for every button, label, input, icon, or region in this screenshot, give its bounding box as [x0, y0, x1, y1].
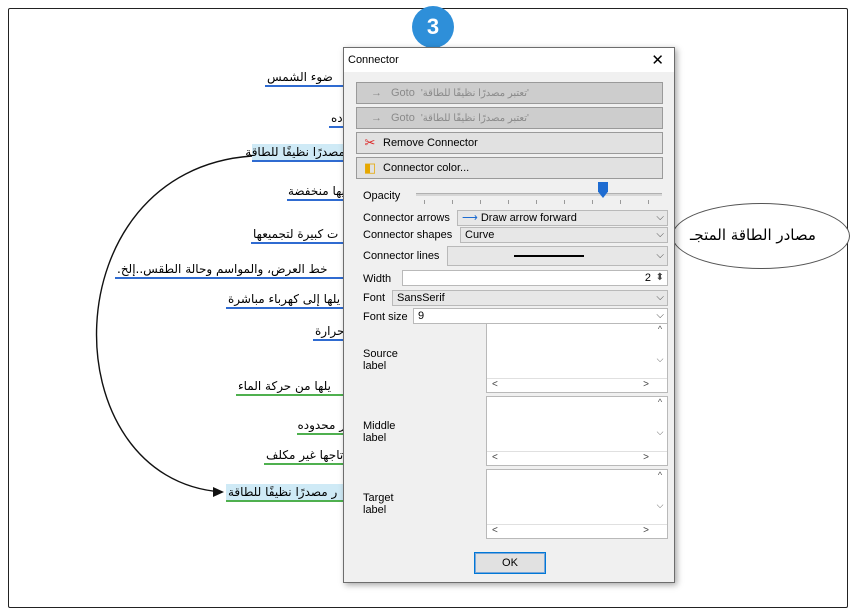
dialog-title: Connector [348, 54, 399, 66]
close-icon[interactable]: ✕ [651, 51, 664, 69]
node-11[interactable]: تاجها غير مكلف [264, 447, 347, 465]
font-size-label: Font size [363, 311, 408, 323]
source-label-input[interactable]: ^ ⌵ < > [486, 323, 668, 393]
horizontal-scrollbar[interactable]: < > [487, 378, 667, 392]
node-12[interactable]: ر مصدرًا نظيفًا للطاقة [226, 484, 347, 502]
vertical-scrollbar[interactable]: ^ ⌵ [653, 324, 667, 380]
width-spinner[interactable]: 2 ⬍ [402, 270, 668, 286]
line-style-preview [514, 255, 584, 257]
node-9[interactable]: يلها من حركة الماء [236, 378, 347, 396]
goto-button-2[interactable]: → Goto 'تعتبر مصدرًا نظيفًا للطاقة' [356, 107, 663, 129]
middle-label: Middle label [363, 420, 396, 444]
connector-dialog: Connector ✕ → Goto 'تعتبر مصدرًا نظيفًا … [343, 47, 675, 583]
arrows-label: Connector arrows [363, 212, 450, 224]
ok-button[interactable]: OK [474, 552, 546, 574]
spinner-arrows-icon[interactable]: ⬍ [656, 271, 664, 285]
target-label: Target label [363, 492, 394, 516]
node-5[interactable]: ت كبيرة لتجميعها [251, 226, 347, 244]
font-label: Font [363, 292, 386, 304]
chevron-down-icon: ⌵ [656, 292, 664, 303]
goto-target-2: 'تعتبر مصدرًا نظيفًا للطاقة' [420, 112, 529, 124]
opacity-slider[interactable] [416, 193, 662, 196]
connector-color-button[interactable]: ◧ Connector color... [356, 157, 663, 179]
chevron-down-icon: ⌵ [656, 229, 664, 240]
node-10[interactable]: ر محدوده [297, 417, 347, 435]
middle-label-input[interactable]: ^ ⌵ < > [486, 396, 668, 466]
vertical-scrollbar[interactable]: ^ ⌵ [653, 397, 667, 453]
connector-arrowhead-icon [213, 487, 224, 497]
font-select[interactable]: SansSerif ⌵ [392, 290, 668, 306]
scissors-connector-icon: ✂ [364, 135, 376, 150]
font-size-select[interactable]: 9 ⌵ [413, 308, 668, 324]
arrows-select[interactable]: ⟶ Draw arrow forward ⌵ [457, 210, 668, 226]
right-arrow-icon: → [371, 112, 382, 124]
chevron-down-icon: ⌵ [656, 250, 664, 261]
connector-color-label: Connector color... [383, 162, 470, 174]
shapes-select[interactable]: Curve ⌵ [460, 227, 668, 243]
chevron-down-icon: ⌵ [656, 310, 664, 321]
font-value: SansSerif [397, 292, 445, 304]
slider-tick [536, 200, 537, 204]
vertical-scrollbar[interactable]: ^ ⌵ [653, 470, 667, 526]
arrow-forward-icon: ⟶ [462, 212, 478, 224]
shapes-value: Curve [465, 229, 495, 241]
width-label: Width [363, 273, 392, 285]
lines-label: Connector lines [363, 250, 440, 262]
slider-tick [592, 200, 593, 204]
horizontal-scrollbar[interactable]: < > [487, 451, 667, 465]
slider-tick [564, 200, 565, 204]
slider-tick [424, 200, 425, 204]
goto-target-1: 'تعتبر مصدرًا نظيفًا للطاقة' [420, 87, 529, 99]
source-label: Source label [363, 348, 398, 372]
node-7[interactable]: يلها إلى كهرباء مباشرة [226, 291, 347, 309]
node-1[interactable]: ضوء الشمس [265, 69, 347, 87]
dialog-titlebar[interactable]: Connector ✕ [344, 48, 674, 72]
slider-tick [648, 200, 649, 204]
arrows-value: Draw arrow forward [480, 212, 577, 224]
right-arrow-icon: → [371, 87, 382, 99]
step-badge: 3 [412, 6, 454, 48]
chevron-down-icon: ⌵ [656, 212, 664, 223]
node-3[interactable]: مصدرًا نظيفًا للطاقة [245, 144, 347, 162]
target-label-input[interactable]: ^ ⌵ < > [486, 469, 668, 539]
slider-tick [508, 200, 509, 204]
slider-tick [480, 200, 481, 204]
shapes-label: Connector shapes [363, 229, 453, 241]
horizontal-scrollbar[interactable]: < > [487, 524, 667, 538]
lines-select[interactable]: ⌵ [447, 246, 668, 266]
node-8[interactable]: حرارة [313, 323, 347, 341]
node-4[interactable]: يها منخفضة [287, 183, 347, 201]
goto-button-1[interactable]: → Goto 'تعتبر مصدرًا نظيفًا للطاقة' [356, 82, 663, 104]
slider-tick [452, 200, 453, 204]
remove-connector-button[interactable]: ✂ Remove Connector [356, 132, 663, 154]
width-value: 2 [644, 272, 651, 284]
central-topic-label: مصادر الطاقة المتجـ [690, 226, 816, 244]
goto-label-1: Goto [391, 87, 415, 99]
color-palette-icon: ◧ [363, 160, 377, 175]
font-size-value: 9 [418, 310, 425, 322]
node-6[interactable]: خط العرض، والمواسم وحالة الطقس..إلخ. [115, 261, 347, 279]
slider-tick [620, 200, 621, 204]
goto-label-2: Goto [391, 112, 415, 124]
remove-connector-label: Remove Connector [383, 137, 478, 149]
opacity-label: Opacity [363, 190, 401, 202]
